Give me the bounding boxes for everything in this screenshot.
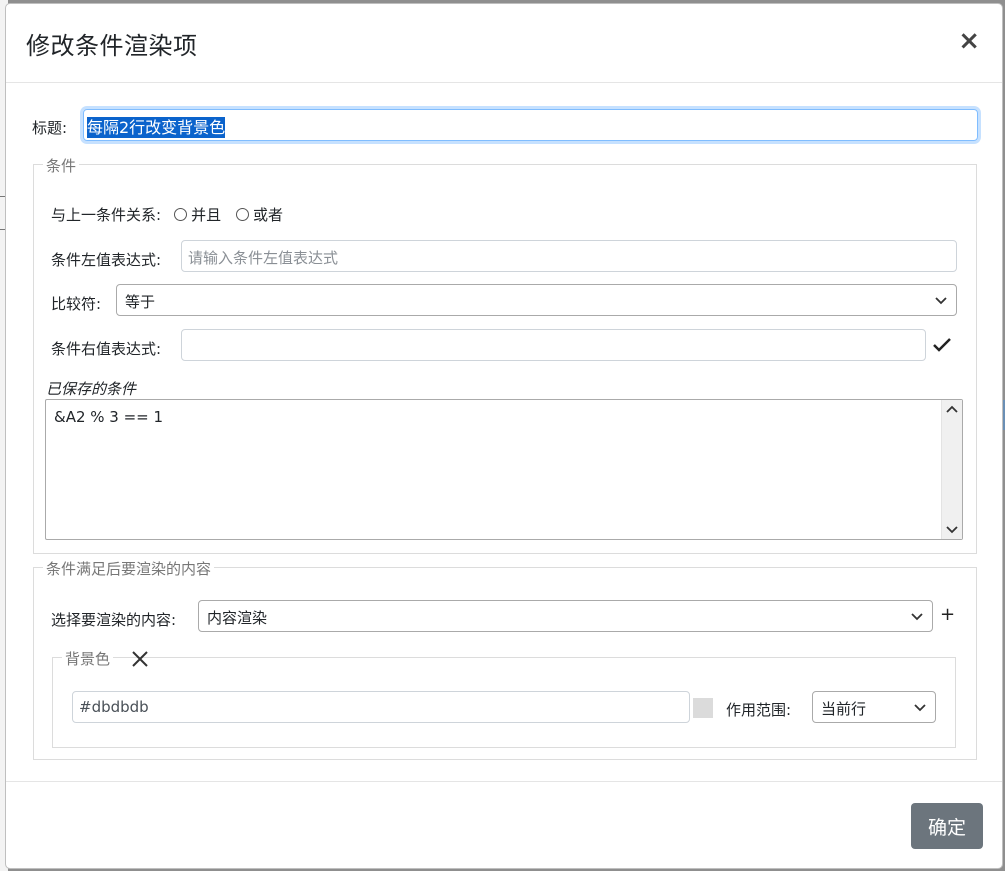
render-type-select[interactable]: 内容渲染 [198, 600, 933, 632]
relation-or-label: 或者 [252, 206, 283, 224]
modal-header: 修改条件渲染项 × [6, 4, 1002, 83]
scope-select-value: 当前行 [821, 700, 867, 718]
background-color-value: #dbdbdb [79, 698, 149, 716]
left-expr-input[interactable]: 请输入条件左值表达式 [181, 240, 957, 272]
scope-select[interactable]: 当前行 [812, 691, 936, 723]
radio-and[interactable] [174, 208, 188, 221]
left-expr-placeholder: 请输入条件左值表达式 [188, 249, 339, 267]
saved-conditions-label: 已保存的条件 [46, 380, 137, 398]
right-expr-label-row: 条件右值表达式: [51, 338, 161, 359]
background-color-legend: 背景色 [62, 648, 114, 669]
render-type-value: 内容渲染 [207, 609, 268, 627]
render-legend: 条件满足后要渲染的内容 [43, 558, 215, 579]
background-color-fieldset: 背景色 #dbdbdb 作用范围: 当前行 [52, 648, 956, 748]
scroll-up-icon[interactable] [945, 403, 959, 417]
relation-row: 与上一条件关系: 并且 或者 [51, 204, 283, 225]
plus-icon[interactable]: + [940, 604, 955, 625]
modal-footer: 确定 [6, 781, 1002, 869]
operator-select-value: 等于 [125, 293, 156, 311]
saved-condition-item[interactable]: &A2 % 3 == 1 [54, 408, 163, 426]
left-expr-label-row: 条件左值表达式: [51, 249, 161, 270]
radio-or[interactable] [235, 208, 249, 221]
chevron-down-icon [911, 613, 923, 621]
scroll-down-icon[interactable] [945, 522, 959, 536]
background-color-input[interactable]: #dbdbdb [72, 691, 690, 723]
title-input-value: 每隔2行改变背景色 [87, 117, 226, 138]
operator-select[interactable]: 等于 [116, 284, 957, 316]
condition-legend: 条件 [43, 155, 80, 176]
relation-or[interactable]: 或者 [235, 206, 283, 224]
x-icon[interactable] [131, 650, 149, 668]
right-expr-label: 条件右值表达式: [51, 340, 162, 358]
chevron-down-icon [914, 704, 926, 712]
render-select-label-row: 选择要渲染的内容: [51, 609, 176, 630]
relation-and[interactable]: 并且 [174, 206, 226, 224]
close-icon[interactable]: × [958, 28, 980, 54]
condition-fieldset: 条件 与上一条件关系: 并且 或者 条件左值表达式: 请输入条件左值表达式 比较… [33, 155, 977, 554]
right-expr-input[interactable] [181, 329, 926, 361]
left-expr-label: 条件左值表达式: [51, 251, 162, 269]
relation-label: 与上一条件关系: [51, 206, 162, 224]
check-icon[interactable] [932, 337, 952, 353]
edit-condition-render-dialog: 修改条件渲染项 × 标题: 每隔2行改变背景色 条件 与上一条件关系: 并且 或… [5, 3, 1003, 869]
modal-title: 修改条件渲染项 [26, 32, 198, 60]
saved-conditions-scrollbar[interactable] [941, 400, 962, 539]
operator-label: 比较符: [51, 295, 102, 313]
title-label: 标题: [32, 119, 68, 137]
render-select-label: 选择要渲染的内容: [51, 611, 177, 629]
saved-conditions-list[interactable]: &A2 % 3 == 1 [45, 399, 963, 540]
chevron-down-icon [935, 297, 947, 305]
scope-label: 作用范围: [726, 701, 792, 719]
relation-and-label: 并且 [191, 206, 222, 224]
operator-label-row: 比较符: [51, 293, 101, 314]
ok-button[interactable]: 确定 [911, 803, 983, 849]
color-swatch[interactable] [693, 698, 713, 718]
title-input[interactable]: 每隔2行改变背景色 [83, 109, 978, 141]
title-row: 标题: 每隔2行改变背景色 [32, 109, 980, 141]
